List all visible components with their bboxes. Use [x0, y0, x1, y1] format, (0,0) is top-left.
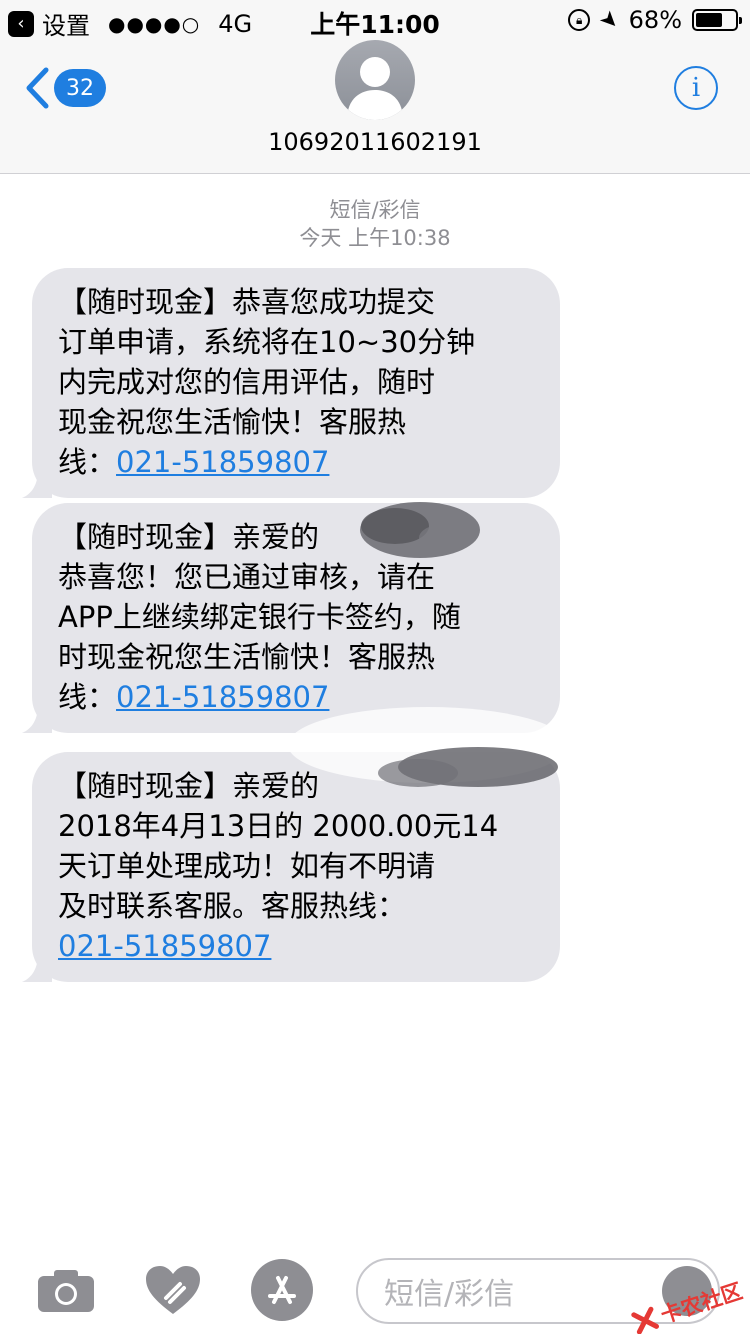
message-line: APP上继续绑定银行卡签约，随 [58, 600, 461, 634]
phone-link[interactable]: 021-51859807 [116, 445, 329, 479]
message-line: 2018年4月13日的 2000.00元14 [58, 809, 499, 843]
message-timestamp: 今天 上午10:38 [299, 226, 451, 250]
message-line: 订单申请，系统将在10~30分钟 [58, 325, 476, 359]
network-type: 4G [218, 9, 253, 38]
message-line: 恭喜您！您已通过审核，请在 [58, 560, 436, 594]
back-button[interactable]: 32 [24, 66, 106, 110]
battery-fill [696, 13, 722, 27]
status-bar: ‹ 设置 ●●●●○ 4G 上午11:00 🔒︎ ➤ 68% [0, 0, 750, 40]
message-text: 线： [58, 445, 117, 479]
message-bubble[interactable]: 【随时现金】亲爱的 恭喜您！您已通过审核，请在 APP上继续绑定银行卡签约，随 … [22, 503, 560, 733]
battery-icon [692, 9, 742, 31]
message-line: 时现金祝您生活愉快！客服热 [58, 640, 436, 674]
bubble-tail [22, 470, 52, 498]
message-input[interactable]: 短信/彩信 [356, 1258, 720, 1324]
message-line: 【随时现金】亲爱的 [58, 520, 320, 554]
message-text: 线： [58, 680, 117, 714]
input-bar: 短信/彩信 卡农社区 [0, 1240, 750, 1334]
location-arrow-icon: ➤ [594, 4, 625, 36]
message-line: 线：021-51859807 [58, 677, 536, 717]
unread-count-badge: 32 [54, 69, 106, 107]
nav-bar: 32 10692011602191 i [0, 40, 750, 174]
messages-screen: ‹ 设置 ●●●●○ 4G 上午11:00 🔒︎ ➤ 68% 32 106920… [0, 0, 750, 1334]
message-input-placeholder: 短信/彩信 [384, 1277, 515, 1312]
phone-link[interactable]: 021-51859807 [116, 680, 329, 714]
status-left: ‹ 设置 ●●●●○ 4G [8, 6, 252, 41]
person-silhouette-icon [347, 57, 403, 120]
signal-strength: ●●●●○ [108, 11, 201, 36]
bubble-tail [22, 954, 52, 982]
phone-link[interactable]: 021-51859807 [58, 929, 271, 963]
message-bubble[interactable]: 【随时现金】恭喜您成功提交 订单申请，系统将在10~30分钟 内完成对您的信用评… [22, 268, 560, 498]
back-to-app-icon[interactable]: ‹ [8, 10, 34, 37]
message-line: 天订单处理成功！如有不明请 [58, 849, 436, 883]
status-right: 🔒︎ ➤ 68% [568, 4, 742, 36]
message-line: 内完成对您的信用评估，随时 [58, 365, 436, 399]
microphone-icon[interactable] [662, 1266, 712, 1316]
message-line: 021-51859807 [58, 926, 536, 966]
message-line: 线：021-51859807 [58, 442, 536, 482]
chevron-left-icon [24, 66, 50, 110]
app-store-icon[interactable] [250, 1258, 314, 1322]
info-button[interactable]: i [674, 66, 718, 110]
message-line: 现金祝您生活愉快！客服热 [58, 405, 407, 439]
message-line: 【随时现金】恭喜您成功提交 [58, 285, 436, 319]
back-app-label[interactable]: 设置 [42, 6, 90, 41]
camera-icon[interactable] [36, 1268, 96, 1314]
contact-avatar[interactable] [335, 40, 415, 120]
message-bubble[interactable]: 【随时现金】亲爱的 2018年4月13日的 2000.00元14 天订单处理成功… [22, 752, 560, 982]
battery-percent: 68% [628, 6, 682, 34]
message-line: 【随时现金】亲爱的 [58, 769, 320, 803]
orientation-lock-icon: 🔒︎ [568, 9, 591, 31]
message-line: 及时联系客服。客服热线： [58, 889, 407, 923]
bubble-tail [22, 705, 52, 733]
message-type-label: 短信/彩信 [329, 198, 421, 222]
contact-number[interactable]: 10692011602191 [0, 128, 750, 156]
info-icon: i [691, 73, 701, 103]
digital-touch-heart-icon[interactable] [144, 1264, 202, 1316]
conversation-header: 短信/彩信 今天 上午10:38 [0, 196, 750, 252]
